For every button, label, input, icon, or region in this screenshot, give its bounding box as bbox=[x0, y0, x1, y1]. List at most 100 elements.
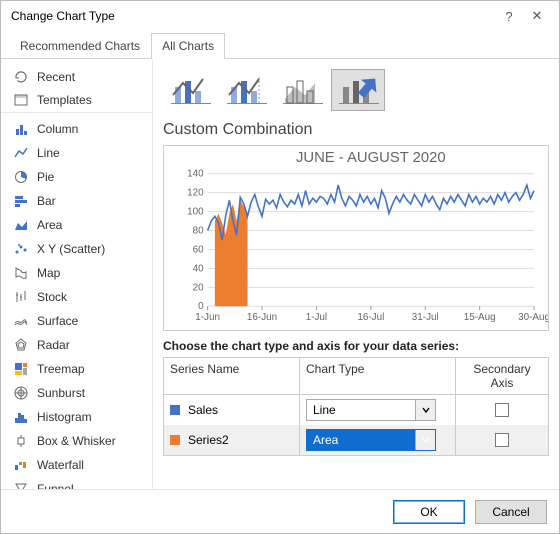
series-table: Series Name Chart Type Secondary Axis Sa… bbox=[163, 357, 549, 456]
series-color-swatch bbox=[170, 435, 180, 445]
surface-icon bbox=[13, 313, 29, 329]
stock-icon bbox=[13, 289, 29, 305]
chart-type-select[interactable]: Area bbox=[306, 429, 436, 451]
scatter-icon bbox=[13, 241, 29, 257]
y-tick-label: 140 bbox=[187, 169, 204, 180]
x-tick-label: 30-Aug bbox=[518, 312, 548, 323]
sidebar-item-scatter[interactable]: X Y (Scatter) bbox=[1, 237, 152, 261]
y-tick-label: 100 bbox=[187, 207, 204, 218]
series-name-label: Sales bbox=[188, 403, 218, 417]
change-chart-type-dialog: Change Chart Type ? ✕ Recommended Charts… bbox=[0, 0, 560, 534]
series-color-swatch bbox=[170, 405, 180, 415]
sidebar-item-recent[interactable]: Recent bbox=[1, 65, 152, 89]
sidebar-item-bar[interactable]: Bar bbox=[1, 189, 152, 213]
tab-strip: Recommended Charts All Charts bbox=[1, 31, 559, 59]
x-tick-label: 16-Jun bbox=[247, 312, 277, 323]
sidebar-item-treemap[interactable]: Treemap bbox=[1, 357, 152, 381]
y-tick-label: 20 bbox=[193, 282, 204, 293]
ok-button[interactable]: OK bbox=[393, 500, 465, 524]
sidebar-item-surface[interactable]: Surface bbox=[1, 309, 152, 333]
close-button[interactable]: ✕ bbox=[523, 5, 551, 27]
histogram-icon bbox=[13, 409, 29, 425]
sidebar-item-label: Treemap bbox=[37, 362, 85, 376]
secondary-axis-checkbox[interactable] bbox=[495, 433, 509, 447]
x-tick-label: 31-Jul bbox=[412, 312, 439, 323]
sidebar-item-label: Pie bbox=[37, 170, 54, 184]
combo-subtype-2[interactable] bbox=[219, 69, 273, 111]
x-tick-label: 1-Jul bbox=[306, 312, 327, 323]
sidebar-item-histogram[interactable]: Histogram bbox=[1, 405, 152, 429]
chart-type-select[interactable]: Line bbox=[306, 399, 436, 421]
header-chart-type: Chart Type bbox=[300, 358, 456, 394]
sidebar-item-label: Templates bbox=[37, 93, 92, 107]
x-tick-label: 15-Aug bbox=[464, 312, 496, 323]
pie-icon bbox=[13, 169, 29, 185]
x-tick-label: 16-Jul bbox=[357, 312, 384, 323]
templates-icon bbox=[13, 92, 29, 108]
header-series-name: Series Name bbox=[164, 358, 300, 394]
sunburst-icon bbox=[13, 385, 29, 401]
chevron-down-icon bbox=[415, 400, 435, 420]
area-series bbox=[215, 200, 248, 306]
sidebar-item-label: Sunburst bbox=[37, 386, 85, 400]
bar-icon bbox=[13, 193, 29, 209]
sidebar-item-radar[interactable]: Radar bbox=[1, 333, 152, 357]
chart-title: JUNE - AUGUST 2020 bbox=[296, 150, 446, 166]
sidebar-item-label: Surface bbox=[37, 314, 78, 328]
help-button[interactable]: ? bbox=[495, 5, 523, 27]
column-icon bbox=[13, 121, 29, 137]
combo-subtype-row bbox=[163, 69, 549, 111]
sidebar-item-sunburst[interactable]: Sunburst bbox=[1, 381, 152, 405]
funnel-icon bbox=[13, 481, 29, 489]
header-secondary-axis: Secondary Axis bbox=[456, 358, 548, 394]
cancel-button[interactable]: Cancel bbox=[475, 500, 547, 524]
treemap-icon bbox=[13, 361, 29, 377]
series-row[interactable]: Sales Line bbox=[164, 395, 548, 425]
main-panel: Custom Combination JUNE - AUGUST 2020020… bbox=[153, 59, 559, 489]
sidebar-item-label: Area bbox=[37, 218, 62, 232]
chart-type-sidebar: Recent Templates Column Line Pie Bar Area X Y (… bbox=[1, 59, 153, 489]
map-icon bbox=[13, 265, 29, 281]
combo-subtype-3[interactable] bbox=[275, 69, 329, 111]
chevron-down-icon bbox=[415, 430, 435, 450]
sidebar-item-waterfall[interactable]: Waterfall bbox=[1, 453, 152, 477]
y-tick-label: 80 bbox=[193, 225, 204, 236]
sidebar-item-label: Recent bbox=[37, 70, 75, 84]
chart-preview: JUNE - AUGUST 20200204060801001201401-Ju… bbox=[163, 145, 549, 331]
sidebar-item-pie[interactable]: Pie bbox=[1, 165, 152, 189]
combo-subtype-1[interactable] bbox=[163, 69, 217, 111]
sidebar-item-label: Bar bbox=[37, 194, 56, 208]
sidebar-item-label: Radar bbox=[37, 338, 70, 352]
sidebar-item-funnel[interactable]: Funnel bbox=[1, 477, 152, 489]
tab-all-charts[interactable]: All Charts bbox=[151, 33, 225, 59]
sidebar-item-label: Waterfall bbox=[37, 458, 84, 472]
sidebar-item-stock[interactable]: Stock bbox=[1, 285, 152, 309]
sidebar-item-label: Funnel bbox=[37, 482, 74, 489]
series-name-label: Series2 bbox=[188, 433, 229, 447]
sidebar-item-line[interactable]: Line bbox=[1, 141, 152, 165]
titlebar: Change Chart Type ? ✕ bbox=[1, 1, 559, 31]
sidebar-item-label: X Y (Scatter) bbox=[37, 242, 105, 256]
series-instruction: Choose the chart type and axis for your … bbox=[163, 339, 549, 353]
sidebar-item-label: Column bbox=[37, 122, 78, 136]
tab-recommended-charts[interactable]: Recommended Charts bbox=[9, 33, 151, 59]
box-icon bbox=[13, 433, 29, 449]
sidebar-item-label: Map bbox=[37, 266, 60, 280]
sidebar-item-map[interactable]: Map bbox=[1, 261, 152, 285]
combo-subtype-custom[interactable] bbox=[331, 69, 385, 111]
dialog-footer: OK Cancel bbox=[1, 489, 559, 533]
series-table-header: Series Name Chart Type Secondary Axis bbox=[164, 358, 548, 395]
sidebar-item-area[interactable]: Area bbox=[1, 213, 152, 237]
chart-type-value: Area bbox=[307, 430, 415, 450]
line-series bbox=[208, 185, 534, 240]
sidebar-item-box[interactable]: Box & Whisker bbox=[1, 429, 152, 453]
sidebar-item-templates[interactable]: Templates bbox=[1, 89, 152, 113]
chart-type-value: Line bbox=[307, 400, 415, 420]
secondary-axis-checkbox[interactable] bbox=[495, 403, 509, 417]
x-tick-label: 1-Jun bbox=[195, 312, 220, 323]
radar-icon bbox=[13, 337, 29, 353]
series-row[interactable]: Series2 Area bbox=[164, 425, 548, 455]
sidebar-item-column[interactable]: Column bbox=[1, 117, 152, 141]
y-tick-label: 0 bbox=[198, 301, 204, 312]
sidebar-item-label: Line bbox=[37, 146, 60, 160]
